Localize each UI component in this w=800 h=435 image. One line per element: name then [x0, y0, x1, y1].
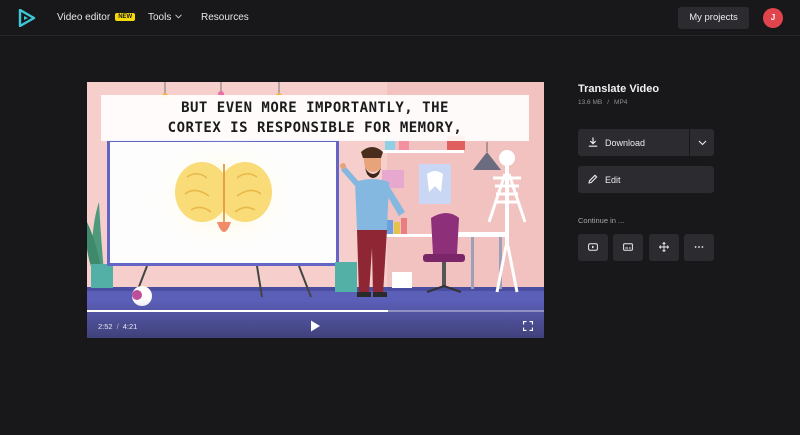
nav-video-editor-label: Video editor	[57, 12, 111, 23]
chevron-down-icon	[698, 140, 707, 146]
caption-line-1: BUT EVEN MORE IMPORTANTLY, THE	[181, 100, 449, 116]
my-projects-button[interactable]: My projects	[678, 7, 749, 29]
edit-label: Edit	[605, 175, 621, 185]
edit-button[interactable]: Edit	[578, 166, 714, 193]
time-separator: /	[116, 322, 119, 331]
file-meta: 13.6 MB / MP4	[578, 99, 627, 106]
download-label: Download	[605, 138, 646, 148]
nav-tools-label: Tools	[148, 12, 172, 23]
youtube-icon	[588, 243, 598, 251]
user-avatar[interactable]: J	[763, 8, 783, 28]
nav-video-editor[interactable]: Video editor NEW	[57, 12, 136, 23]
caption-line-2: CORTEX IS RESPONSIBLE FOR MEMORY,	[167, 120, 463, 136]
file-format: MP4	[614, 99, 628, 106]
progress-fill	[87, 310, 389, 312]
duration: 4:21	[122, 322, 138, 331]
download-options-button[interactable]	[691, 129, 714, 156]
download-divider	[689, 129, 690, 156]
nav-resources[interactable]: Resources	[201, 12, 249, 23]
pencil-icon	[588, 174, 598, 184]
fullscreen-icon[interactable]	[523, 321, 533, 331]
meta-separator: /	[607, 99, 610, 106]
download-icon	[588, 137, 598, 147]
continue-subtitles-button[interactable]	[613, 234, 643, 261]
download-button[interactable]: Download	[578, 129, 689, 156]
continue-more-button[interactable]	[684, 234, 714, 261]
nav-tools[interactable]: Tools	[148, 12, 183, 23]
subtitles-icon	[623, 243, 633, 251]
progress-bar[interactable]	[87, 310, 544, 312]
time-display: 2:52/4:21	[98, 322, 137, 331]
top-bar: Video editor NEW Tools Resources My proje…	[0, 0, 800, 36]
continue-effects-button[interactable]	[649, 234, 679, 261]
play-icon[interactable]	[308, 319, 322, 333]
continue-youtube-button[interactable]	[578, 234, 608, 261]
file-size: 13.6 MB	[578, 99, 603, 106]
video-caption-overlay: BUT EVEN MORE IMPORTANTLY, THE CORTEX IS…	[101, 95, 529, 141]
file-title: Translate Video	[578, 83, 660, 95]
player-controls: 2:52/4:21	[87, 300, 544, 338]
sparkle-move-icon	[659, 242, 669, 252]
more-icon	[694, 246, 704, 248]
chevron-down-icon	[175, 14, 183, 19]
current-time: 2:52	[98, 322, 113, 331]
video-player[interactable]: BUT EVEN MORE IMPORTANTLY, THE CORTEX IS…	[87, 82, 544, 338]
new-badge: NEW	[115, 13, 136, 21]
download-button-group: Download	[578, 129, 714, 156]
clideo-logo-icon[interactable]	[18, 9, 36, 27]
continue-in-label: Continue in ...	[578, 216, 625, 225]
